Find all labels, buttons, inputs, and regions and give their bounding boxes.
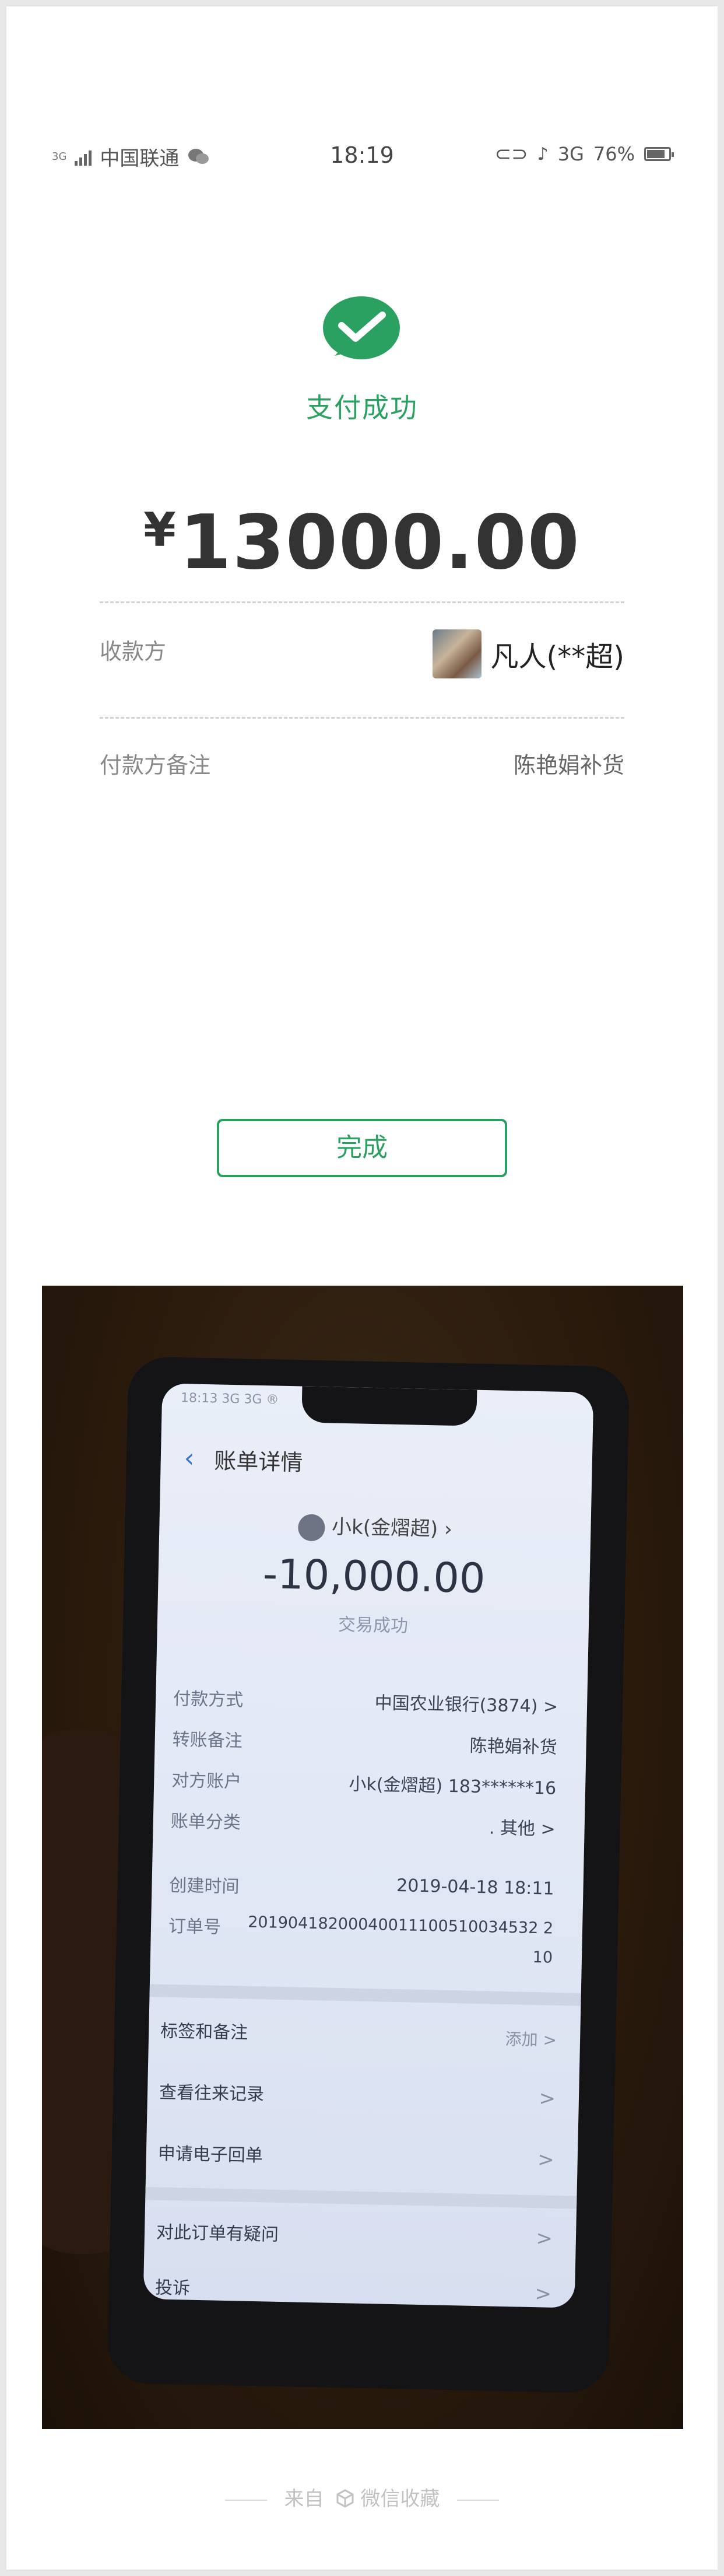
page-frame: 3G 中国联通 18:19 ⊂⊃ ♪ 3G 76% 支付成功 ¥13000.00… [6,6,718,2570]
phone-notch [301,1386,477,1426]
photo-counterparty: 小k(金熠超) › [159,1507,591,1546]
photo-row-label: 转账备注 [172,1729,243,1752]
divider-middle [100,717,624,719]
wechat-pay-success-icon [323,296,400,359]
photo-order-label: 订单号 [168,1916,222,1938]
photo-menu-item-label: 查看往来记录 [159,2082,265,2105]
payment-status-title: 支付成功 [306,392,418,424]
chevron-right-icon: > [537,2148,555,2172]
chevron-right-icon: › [444,1517,453,1541]
photo-row-label: 付款方式 [173,1688,244,1711]
photo-row-value: . 其他 > [488,1818,556,1840]
status-bar: 3G 中国联通 18:19 ⊂⊃ ♪ 3G 76% [6,138,718,173]
status-right: ⊂⊃ ♪ 3G 76% [494,142,674,166]
photo-row-label: 账单分类 [170,1811,241,1833]
amount-value: 13000.00 [179,499,581,586]
divider-top [100,601,624,603]
attached-photo: 18:13 3G 3G ® ‹ 账单详情 小k(金熠超) › -10,000.0… [42,1286,683,2429]
photo-menu-item-label: 申请电子回单 [157,2143,263,2166]
payee[interactable]: 凡人(**超) [432,629,624,678]
chevron-right-icon: > [539,2087,556,2110]
photo-created-label: 创建时间 [169,1875,240,1898]
photo-counterparty-name: 小k(金熠超) [331,1515,438,1541]
photo-menu-item-label: 对此订单有疑问 [156,2222,279,2245]
payment-amount: ¥13000.00 [6,499,718,586]
photo-row-value: 陈艳娟补货 [469,1735,557,1758]
photo-order-value: 20190418200040011100510034532 2 [247,1913,554,1938]
network-type: 3G [557,143,584,165]
mute-icon: ♪ [537,144,549,164]
battery-icon [644,147,674,161]
footer-line-left [224,2499,267,2501]
currency-symbol: ¥ [143,503,176,557]
photo-order-value-cont: 10 [532,1948,553,1967]
photo-separator [149,1984,581,2006]
photo-menu-item-label: 标签和备注 [160,2021,248,2043]
payee-avatar [432,629,482,678]
photo-counterparty-avatar [297,1513,325,1541]
battery-percent: 76% [593,143,635,165]
photo-menu-item-label: 投诉 [154,2277,191,2299]
chevron-right-icon: > [536,2227,553,2250]
photo-bill-header: ‹ 账单详情 [184,1442,303,1476]
footer-source: 微信收藏 [360,2487,440,2511]
photo-row-value: 小k(金熠超) 183******16 [349,1774,557,1799]
chevron-right-icon: > [535,2282,552,2306]
footer-from-label: 来自 [284,2487,324,2511]
link-icon: ⊂⊃ [494,142,528,166]
remark-value: 陈艳娟补货 [513,752,624,778]
footer-line-right [457,2499,500,2501]
photo-row-label: 对方账户 [171,1770,242,1793]
photo-phone-screen: 18:13 3G 3G ® ‹ 账单详情 小k(金熠超) › -10,000.0… [143,1383,594,2308]
remark-label: 付款方备注 [100,752,211,778]
photo-row-value: 中国农业银行(3874) > [374,1693,558,1717]
photo-trade-status: 交易成功 [338,1614,409,1637]
back-icon: ‹ [184,1443,195,1474]
favorites-footer: 来自 微信收藏 [6,2483,718,2511]
payee-label: 收款方 [100,639,167,664]
photo-bill-title: 账单详情 [213,1448,303,1476]
photo-separator [145,2187,577,2209]
photo-created-value: 2019-04-18 18:11 [396,1875,554,1899]
photo-menu-item-value: 添加 > [505,2029,557,2050]
cube-icon [336,2489,354,2508]
payee-name: 凡人(**超) [490,640,624,673]
photo-amount: -10,000.00 [262,1550,486,1603]
done-button[interactable]: 完成 [217,1119,507,1177]
photo-status-time: 18:13 3G 3G ® [180,1391,279,1408]
